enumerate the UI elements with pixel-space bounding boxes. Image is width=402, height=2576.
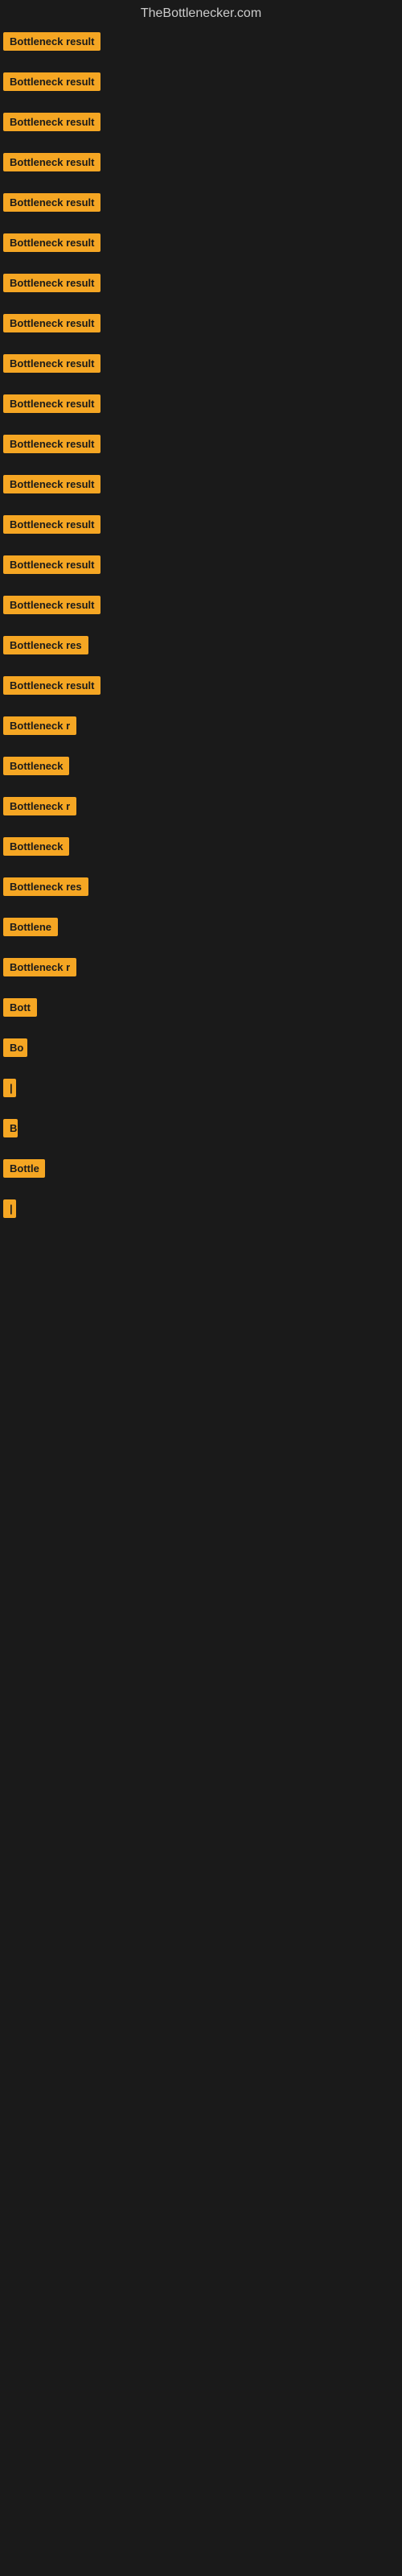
bottleneck-badge[interactable]: Bottleneck result <box>3 113 100 131</box>
bottleneck-badge[interactable]: Bottle <box>3 1159 45 1178</box>
list-item: Bottleneck <box>3 836 402 861</box>
list-item: Bottleneck result <box>3 433 402 459</box>
site-title: TheBottlenecker.com <box>0 0 402 31</box>
bottleneck-badge[interactable]: Bottleneck result <box>3 555 100 574</box>
list-item: Bottleneck result <box>3 71 402 97</box>
list-item: | <box>3 1198 402 1224</box>
list-item: Bottleneck result <box>3 594 402 620</box>
list-item: Bottleneck r <box>3 956 402 982</box>
bottleneck-badge[interactable]: Bottleneck r <box>3 797 76 815</box>
bottleneck-badge[interactable]: Bottleneck r <box>3 716 76 735</box>
list-item: Bottleneck result <box>3 473 402 499</box>
items-container: Bottleneck result Bottleneck result Bottle… <box>0 31 402 1224</box>
bottleneck-badge[interactable]: | <box>3 1199 16 1218</box>
list-item: Bottleneck result <box>3 111 402 137</box>
bottleneck-badge[interactable]: Bottleneck result <box>3 193 100 212</box>
bottleneck-badge[interactable]: Bottlene <box>3 918 58 936</box>
bottleneck-badge[interactable]: Bottleneck <box>3 837 69 856</box>
list-item: Bottleneck <box>3 755 402 781</box>
bottleneck-badge[interactable]: Bottleneck res <box>3 877 88 896</box>
list-item: Bottleneck result <box>3 554 402 580</box>
list-item: Bottleneck result <box>3 393 402 419</box>
list-item: Bottleneck result <box>3 31 402 56</box>
bottleneck-badge[interactable]: Bottleneck result <box>3 72 100 91</box>
list-item: Bottleneck result <box>3 312 402 338</box>
bottleneck-badge[interactable]: B <box>3 1119 18 1137</box>
bottleneck-badge[interactable]: Bottleneck result <box>3 394 100 413</box>
bottleneck-badge[interactable]: Bottleneck result <box>3 314 100 332</box>
list-item: Bottleneck result <box>3 353 402 378</box>
list-item: Bottleneck result <box>3 675 402 700</box>
bottleneck-badge[interactable]: Bottleneck result <box>3 274 100 292</box>
bottleneck-badge[interactable]: Bottleneck result <box>3 475 100 493</box>
bottleneck-badge[interactable]: Bottleneck result <box>3 32 100 51</box>
bottleneck-badge[interactable]: Bottleneck result <box>3 676 100 695</box>
bottleneck-badge[interactable]: Bottleneck r <box>3 958 76 976</box>
bottleneck-badge[interactable]: Bottleneck result <box>3 354 100 373</box>
list-item: Bottleneck result <box>3 192 402 217</box>
list-item: Bo <box>3 1037 402 1063</box>
list-item: Bottleneck r <box>3 715 402 741</box>
list-item: Bottlene <box>3 916 402 942</box>
list-item: Bottleneck r <box>3 795 402 821</box>
list-item: Bottleneck res <box>3 634 402 660</box>
bottleneck-badge[interactable]: Bott <box>3 998 37 1017</box>
bottleneck-badge[interactable]: Bottleneck result <box>3 515 100 534</box>
list-item: Bott <box>3 997 402 1022</box>
list-item: B <box>3 1117 402 1143</box>
list-item: Bottleneck result <box>3 232 402 258</box>
list-item: | <box>3 1077 402 1103</box>
list-item: Bottleneck result <box>3 514 402 539</box>
list-item: Bottleneck result <box>3 272 402 298</box>
bottleneck-badge[interactable]: | <box>3 1079 16 1097</box>
bottleneck-badge[interactable]: Bottleneck res <box>3 636 88 654</box>
list-item: Bottleneck res <box>3 876 402 902</box>
bottleneck-badge[interactable]: Bottleneck result <box>3 435 100 453</box>
bottleneck-badge[interactable]: Bottleneck result <box>3 153 100 171</box>
bottleneck-badge[interactable]: Bottleneck result <box>3 233 100 252</box>
bottleneck-badge[interactable]: Bo <box>3 1038 27 1057</box>
bottleneck-badge[interactable]: Bottleneck <box>3 757 69 775</box>
list-item: Bottleneck result <box>3 151 402 177</box>
list-item: Bottle <box>3 1158 402 1183</box>
bottleneck-badge[interactable]: Bottleneck result <box>3 596 100 614</box>
